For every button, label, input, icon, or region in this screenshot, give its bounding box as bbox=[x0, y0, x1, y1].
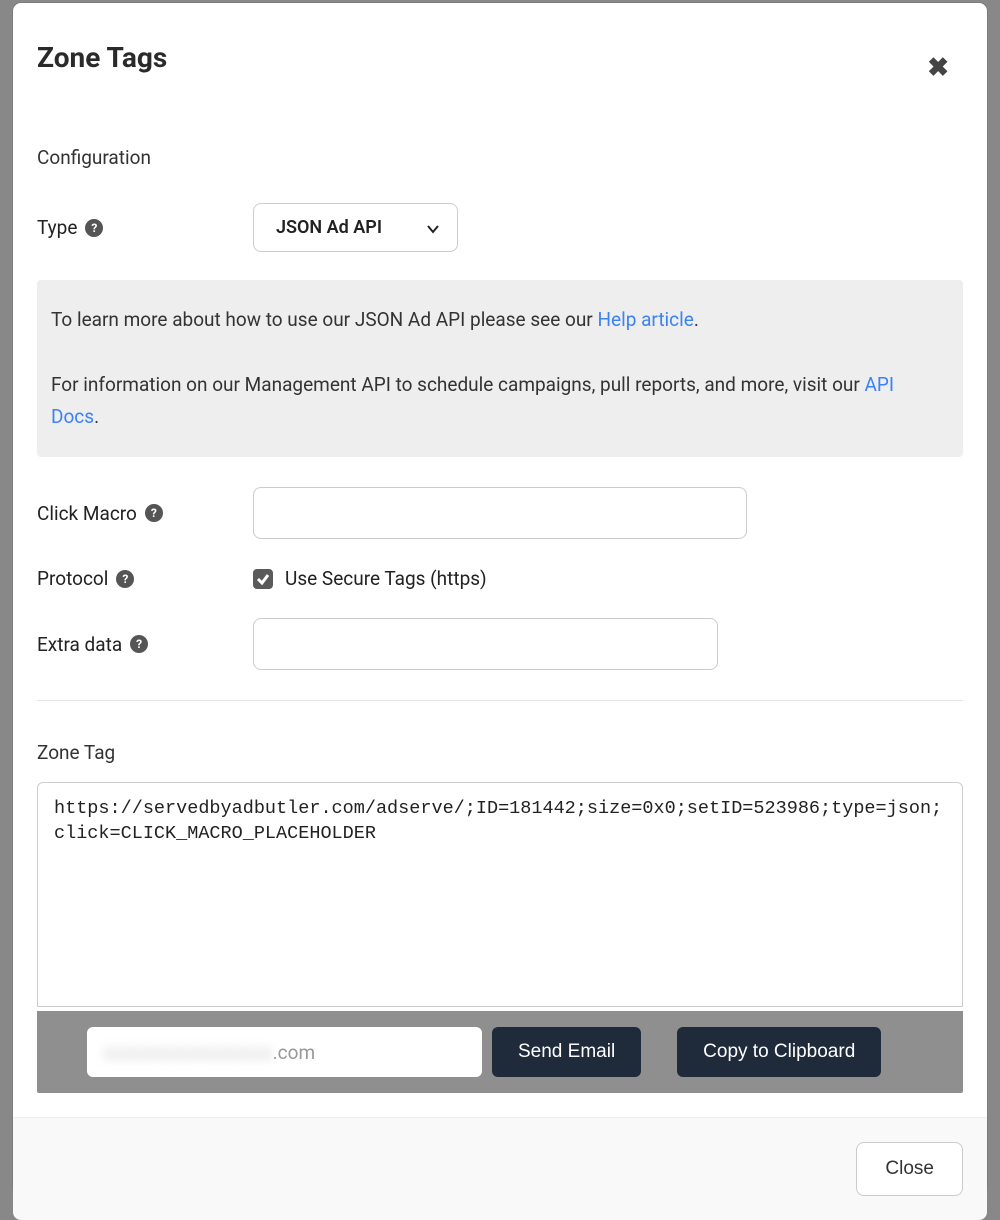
extra-data-row: Extra data ? bbox=[37, 618, 963, 670]
send-email-button[interactable]: Send Email bbox=[492, 1027, 641, 1077]
protocol-label: Protocol ? bbox=[37, 567, 253, 590]
protocol-row: Protocol ? Use Secure Tags (https) bbox=[37, 567, 963, 590]
help-icon[interactable]: ? bbox=[85, 219, 103, 237]
click-macro-input[interactable] bbox=[253, 487, 747, 539]
modal-body: ✖ Zone Tags Configuration Type ? JSON Ad… bbox=[13, 3, 987, 1117]
type-row: Type ? JSON Ad API bbox=[37, 203, 963, 252]
actions-bar: xxxxxxxxxxxxxxxxxx.com Send Email Copy t… bbox=[37, 1011, 963, 1093]
type-select[interactable]: JSON Ad API bbox=[253, 203, 458, 252]
help-icon[interactable]: ? bbox=[130, 635, 148, 653]
extra-data-input[interactable] bbox=[253, 618, 718, 670]
help-article-link[interactable]: Help article bbox=[597, 308, 693, 331]
info-box: To learn more about how to use our JSON … bbox=[37, 280, 963, 457]
type-select-value[interactable]: JSON Ad API bbox=[253, 203, 458, 252]
email-input[interactable]: xxxxxxxxxxxxxxxxxx.com bbox=[87, 1027, 482, 1077]
configuration-label: Configuration bbox=[37, 146, 963, 169]
modal-title: Zone Tags bbox=[37, 41, 963, 74]
protocol-checkbox[interactable]: Use Secure Tags (https) bbox=[253, 567, 487, 590]
zone-tags-modal: ✖ Zone Tags Configuration Type ? JSON Ad… bbox=[13, 3, 987, 1196]
modal-footer: Close bbox=[13, 1117, 987, 1220]
protocol-checkbox-label: Use Secure Tags (https) bbox=[285, 567, 487, 590]
extra-data-label: Extra data ? bbox=[37, 633, 253, 656]
zone-tag-textarea[interactable] bbox=[37, 782, 963, 1007]
divider bbox=[37, 700, 963, 701]
checkbox-checked-icon[interactable] bbox=[253, 569, 273, 589]
zone-tag-label: Zone Tag bbox=[37, 741, 963, 764]
type-label: Type ? bbox=[37, 216, 253, 239]
click-macro-row: Click Macro ? bbox=[37, 487, 963, 539]
copy-to-clipboard-button[interactable]: Copy to Clipboard bbox=[677, 1027, 881, 1077]
close-button[interactable]: Close bbox=[856, 1142, 963, 1196]
help-icon[interactable]: ? bbox=[145, 504, 163, 522]
close-icon[interactable]: ✖ bbox=[927, 55, 949, 81]
help-icon[interactable]: ? bbox=[116, 570, 134, 588]
click-macro-label: Click Macro ? bbox=[37, 502, 253, 525]
